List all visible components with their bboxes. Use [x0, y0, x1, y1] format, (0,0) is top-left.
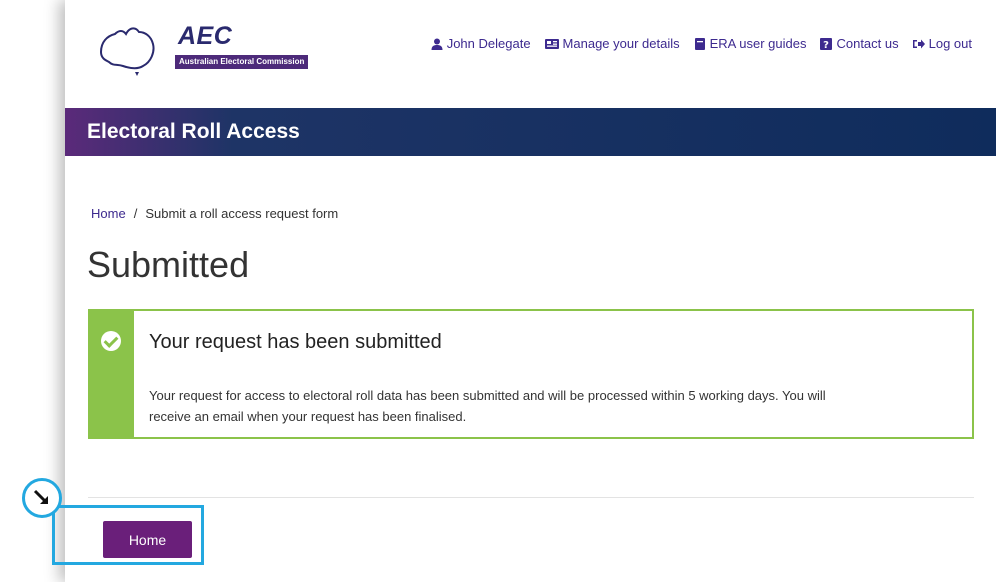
success-alert: Your request has been submitted Your req…	[88, 309, 974, 439]
alert-heading: Your request has been submitted	[149, 331, 442, 353]
user-profile-link[interactable]: John Delegate	[431, 36, 531, 51]
breadcrumb-home-link[interactable]: Home	[91, 206, 126, 221]
breadcrumb-separator: /	[133, 206, 138, 221]
log-out-link[interactable]: Log out	[912, 36, 972, 51]
check-circle-icon	[101, 331, 121, 351]
alert-body: Your request for access to electoral rol…	[149, 388, 826, 424]
book-icon	[694, 37, 705, 50]
page-title: Submitted	[87, 244, 250, 285]
divider	[88, 497, 974, 498]
manage-details-link[interactable]: Manage your details	[544, 36, 680, 51]
alert-sidebar	[90, 311, 134, 437]
app-banner: Electoral Roll Access	[65, 108, 996, 156]
home-button[interactable]: Home	[103, 521, 192, 558]
australia-map-icon	[99, 27, 155, 76]
page-frame: AEC Australian Electoral Commission John…	[65, 0, 996, 582]
arrow-down-right-icon	[33, 489, 48, 504]
era-user-guides-label: ERA user guides	[709, 36, 807, 51]
manage-details-label: Manage your details	[562, 36, 680, 51]
logo-acronym: AEC	[178, 22, 233, 50]
user-icon	[431, 38, 443, 50]
contact-us-link[interactable]: ? Contact us	[820, 36, 899, 51]
sign-out-icon	[912, 39, 925, 48]
user-navigation: John Delegate Manage your details ERA us…	[431, 36, 972, 51]
log-out-label: Log out	[928, 36, 972, 51]
svg-text:?: ?	[824, 40, 830, 50]
breadcrumb-current: Submit a roll access request form	[145, 206, 339, 221]
breadcrumb: Home / Submit a roll access request form	[91, 206, 338, 221]
header: AEC Australian Electoral Commission John…	[65, 0, 996, 108]
app-title: Electoral Roll Access	[87, 120, 300, 143]
era-user-guides-link[interactable]: ERA user guides	[694, 36, 807, 51]
user-name: John Delegate	[446, 36, 531, 51]
logo-subtitle: Australian Electoral Commission	[175, 55, 309, 69]
contact-us-label: Contact us	[836, 36, 899, 51]
question-icon: ?	[820, 37, 833, 50]
id-card-icon	[544, 38, 559, 49]
aec-logo[interactable]: AEC Australian Electoral Commission	[93, 22, 323, 78]
annotation-marker	[22, 478, 62, 518]
